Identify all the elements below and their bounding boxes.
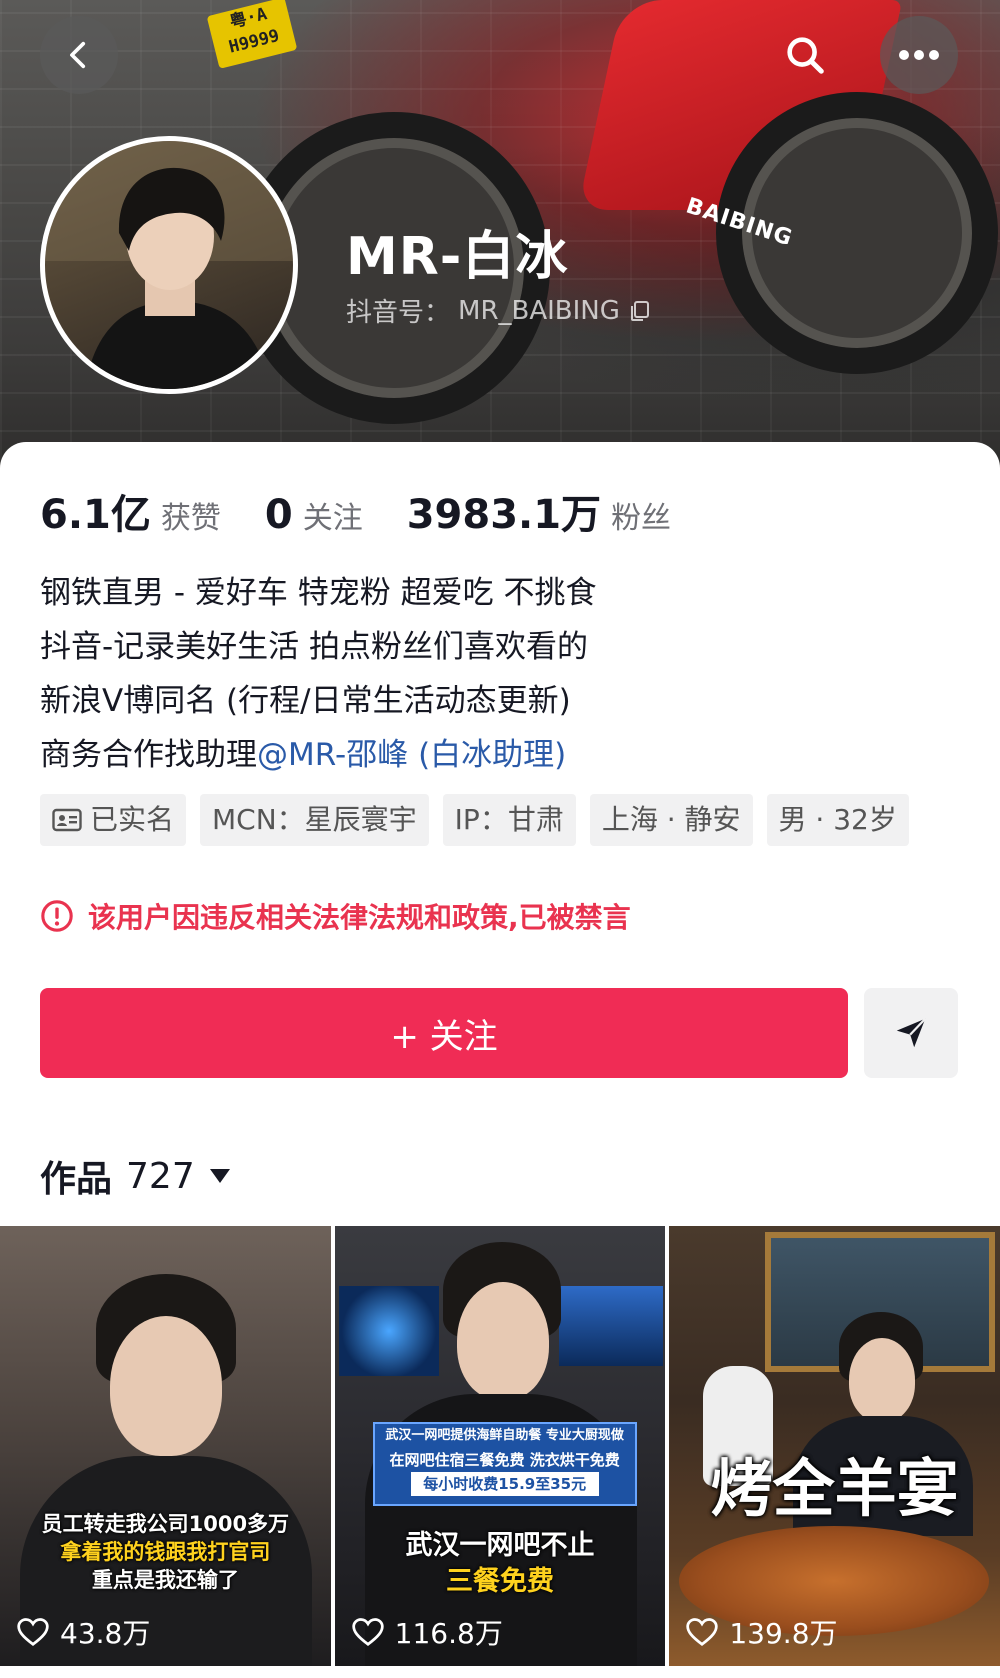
douyin-id-value: MR_BAIBING [458,295,620,326]
video-likes: 139.8万 [685,1612,838,1652]
likes-count: 116.8万 [394,1617,503,1650]
chevron-left-icon [70,41,86,69]
heart-icon [351,1618,384,1646]
avatar[interactable] [40,136,298,394]
follow-button[interactable]: + 关注 [40,988,848,1078]
username: MR-白冰 [346,227,569,287]
tag-label: IP：甘肃 [454,803,564,836]
banner-line: 每小时收费15.9至35元 [410,1472,599,1496]
share-button[interactable] [864,988,958,1078]
news-banner: 武汉一网吧提供海鲜自助餐 专业大厨现做 在网吧住宿三餐免费 洗衣烘干免费 每小时… [372,1422,637,1506]
likes-count: 43.8万 [60,1617,151,1650]
follow-button-label: + 关注 [390,1016,498,1057]
banner-line: 武汉一网吧提供海鲜自助餐 专业大厨现做 [385,1428,624,1443]
bio-line: 新浪V博同名 (行程/日常生活动态更新) [40,683,571,719]
caption-line: 三餐免费 [446,1566,554,1597]
ban-notice: 该用户因违反相关法律法规和政策,已被禁言 [40,896,631,936]
video-caption: 武汉一网吧不止 三餐免费 [335,1528,666,1600]
bio-business-text: 商务合作找助理 [40,737,257,773]
profile-stats: 6.1亿 获赞 0 关注 3983.1万 粉丝 [40,482,671,540]
caption-line: 重点是我还输了 [91,1568,239,1592]
thumbnail-person-face [456,1282,549,1400]
id-card-icon [52,808,82,832]
likes-label: 获赞 [160,501,221,536]
likes-count: 6.1亿 [40,492,151,538]
likes-count: 139.8万 [729,1617,838,1650]
tag-ip: IP：甘肃 [442,794,576,846]
banner-line: 在网吧住宿三餐免费 洗衣烘干免费 [389,1451,620,1469]
profile-tags: 已实名 MCN：星辰寰宇 IP：甘肃 上海 · 静安 男 · 32岁 [40,794,909,846]
heart-icon [686,1618,719,1646]
following-label[interactable]: 关注 [303,493,363,537]
bio: 钢铁直男 - 爱好车 特宠粉 超爱吃 不挑食 抖音-记录美好生活 拍点粉丝们喜欢… [40,566,960,782]
thumbnail-monitor [338,1286,439,1376]
video-likes: 116.8万 [351,1612,503,1652]
tag-location[interactable]: 上海 · 静安 [589,794,753,846]
bio-line: 钢铁直男 - 爱好车 特宠粉 超爱吃 不挑食 [40,575,597,611]
heart-icon [17,1618,49,1646]
tag-label: MCN：星辰寰宇 [212,803,417,836]
video-thumbnail[interactable]: 烤全羊宴 139.8万 [669,1226,1000,1666]
tag-label: 已实名 [90,803,175,836]
tag-gender-age: 男 · 32岁 [766,794,909,846]
triangle-down-icon [209,1169,230,1183]
send-icon [896,1017,927,1048]
ban-notice-text: 该用户因违反相关法律法规和政策,已被禁言 [88,901,631,934]
tag-mcn[interactable]: MCN：星辰寰宇 [200,794,429,846]
works-label: 作品 [40,1159,113,1200]
tag-verified[interactable]: 已实名 [40,794,187,846]
video-likes: 43.8万 [16,1612,150,1652]
assistant-mention-link[interactable]: @MR-邵峰 (白冰助理) [257,737,566,773]
douyin-id-label: 抖音号： [346,298,451,328]
bio-line-4: 商务合作找助理@MR-邵峰 (白冰助理) [40,728,960,782]
following-count[interactable]: 0 [265,492,293,538]
thumbnail-person-face [849,1338,916,1422]
more-dots-icon [899,50,939,60]
bio-line: 抖音-记录美好生活 拍点粉丝们喜欢看的 [40,629,589,665]
more-button[interactable] [880,16,958,94]
caption-line: 员工转走我公司1000多万 [41,1512,290,1536]
tag-label: 上海 · 静安 [601,803,741,836]
works-tab[interactable]: 作品 727 [40,1150,231,1202]
video-thumbnail[interactable]: 员工转走我公司1000多万 拿着我的钱跟我打官司 重点是我还输了 43.8万 [0,1226,331,1666]
video-caption: 烤全羊宴 [669,1454,1000,1524]
thumbnail-monitor [558,1286,663,1366]
copy-icon[interactable] [628,299,652,323]
thumbnail-person-face [110,1316,222,1456]
caption-line: 武汉一网吧不止 [405,1530,595,1561]
caption-line: 拿着我的钱跟我打官司 [60,1540,271,1564]
search-icon [787,37,824,74]
video-grid: 员工转走我公司1000多万 拿着我的钱跟我打官司 重点是我还输了 43.8万 武… [0,1226,1000,1666]
alert-circle-icon [41,900,73,932]
search-button[interactable] [766,16,844,94]
back-button[interactable] [40,16,118,94]
douyin-id: 抖音号： MR_BAIBING [346,292,652,329]
followers-label[interactable]: 粉丝 [611,493,671,537]
video-caption: 员工转走我公司1000多万 拿着我的钱跟我打官司 重点是我还输了 [0,1510,331,1594]
video-thumbnail[interactable]: 武汉一网吧提供海鲜自助餐 专业大厨现做 在网吧住宿三餐免费 洗衣烘干免费 每小时… [334,1226,666,1666]
followers-count[interactable]: 3983.1万 [407,482,601,540]
tag-label: 男 · 32岁 [778,803,897,836]
works-count: 727 [126,1155,195,1197]
avatar-portrait [45,141,293,389]
caption-line: 烤全羊宴 [710,1452,959,1525]
